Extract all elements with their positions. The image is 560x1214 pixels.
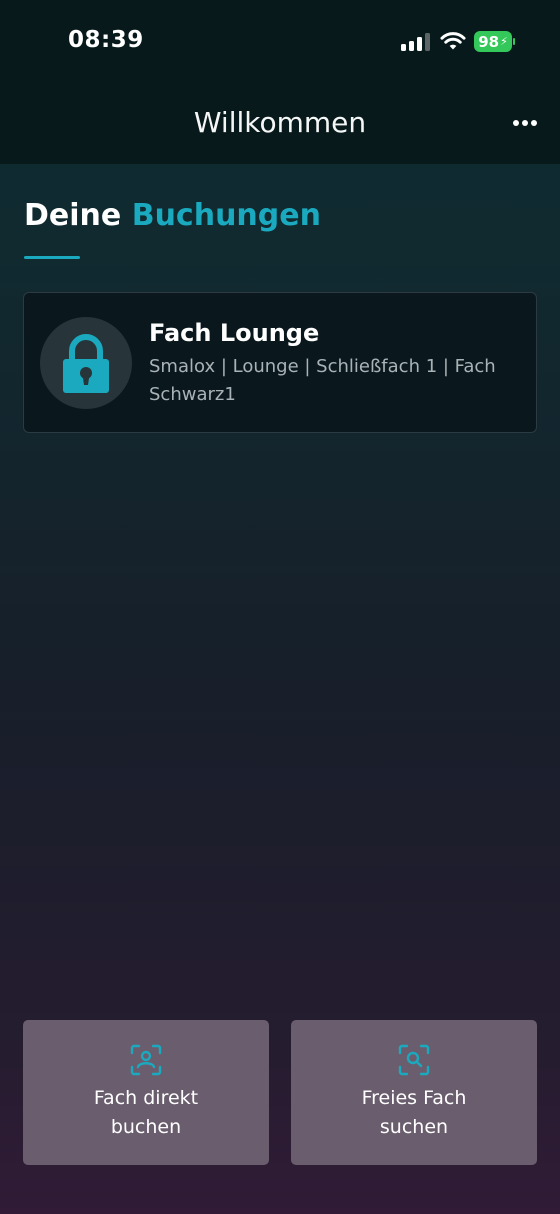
app-header: 08:39 98 ⚡ Willkommen [0,0,560,164]
wifi-icon [440,32,466,50]
booking-icon-circle [40,317,132,409]
page-title: Willkommen [193,106,367,139]
scan-user-icon [130,1044,162,1076]
booking-title: Fach Lounge [149,319,320,347]
more-options-button[interactable] [510,112,540,136]
battery-indicator: 98 ⚡ [474,31,515,52]
search-free-locker-label: Freies Fach suchen [361,1087,467,1138]
booking-card[interactable]: Fach Lounge Smalox | Lounge | Schließfac… [23,292,537,433]
ellipsis-icon [513,120,519,126]
heading-underline [24,256,80,259]
cellular-signal-icon [401,33,431,51]
section-heading: Deine Buchungen [24,198,321,233]
battery-level: 98 [478,32,500,51]
section-heading-accent: Buchungen [131,198,321,233]
booking-subtitle: Smalox | Lounge | Schließfach 1 | Fach S… [149,356,496,405]
book-directly-button[interactable]: Fach direkt buchen [23,1020,269,1165]
lock-icon [63,334,109,393]
status-bar: 08:39 98 ⚡ [0,0,560,84]
charging-bolt-icon: ⚡ [500,35,508,48]
battery-tip [513,38,515,45]
status-time: 08:39 [68,27,144,53]
book-directly-label: Fach direkt buchen [93,1087,199,1138]
scan-search-icon [398,1044,430,1076]
search-free-locker-button[interactable]: Freies Fach suchen [291,1020,537,1165]
section-heading-prefix: Deine [24,198,122,233]
